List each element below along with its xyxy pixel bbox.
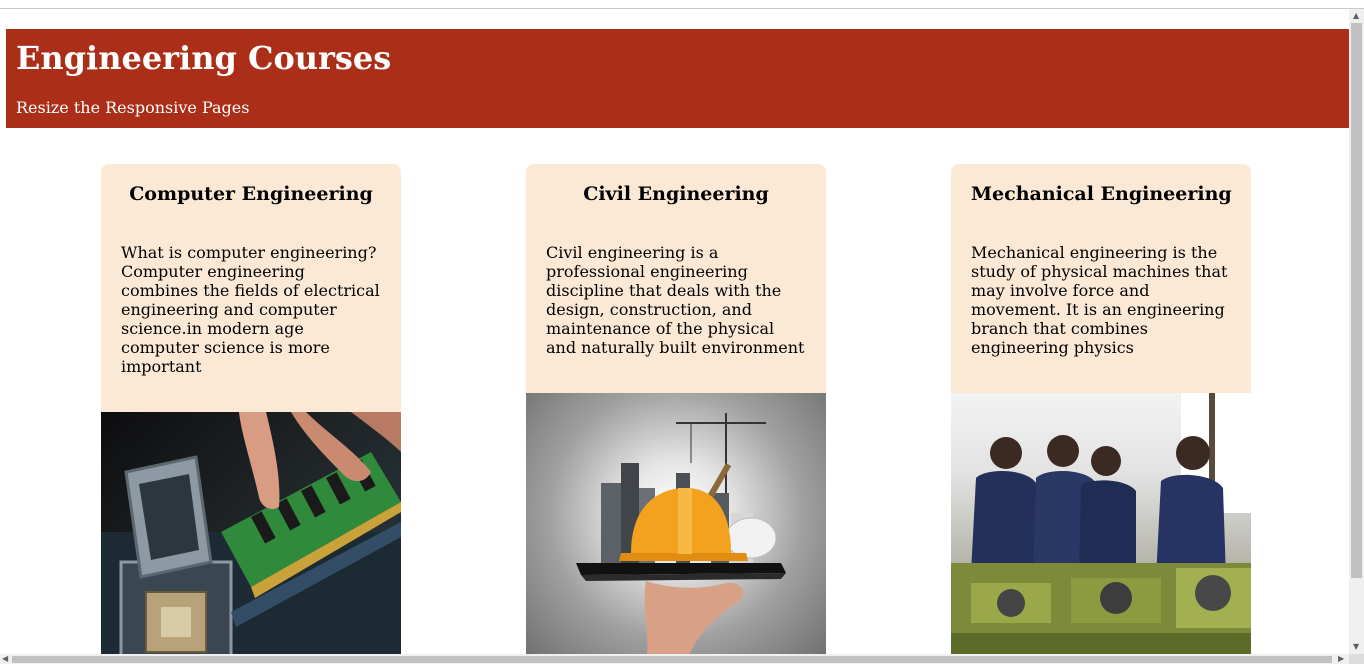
scroll-up-arrow-icon[interactable]: ▲ [1353, 12, 1359, 20]
civil-construction-image [526, 393, 826, 654]
page-viewport: Engineering Courses Resize the Responsiv… [0, 9, 1349, 654]
scrollbar-corner [1349, 654, 1364, 664]
card-title: Computer Engineering [129, 183, 373, 205]
vertical-scrollbar[interactable]: ▲ ▼ [1349, 9, 1364, 654]
computer-hardware-image [101, 412, 401, 654]
page-subtitle: Resize the Responsive Pages [16, 98, 250, 117]
scroll-right-arrow-icon[interactable]: ▶ [1338, 655, 1344, 663]
card-body: Mechanical Engineering Mechanical engine… [951, 164, 1251, 393]
mechanical-workshop-image [951, 393, 1251, 654]
course-card-mechanical: Mechanical Engineering Mechanical engine… [951, 164, 1251, 654]
scroll-down-arrow-icon[interactable]: ▼ [1353, 643, 1359, 651]
card-title: Mechanical Engineering [971, 183, 1232, 205]
page-header: Engineering Courses Resize the Responsiv… [6, 29, 1349, 128]
card-text: Civil engineering is a professional engi… [546, 243, 805, 357]
scroll-left-arrow-icon[interactable]: ◀ [2, 655, 8, 663]
browser-top-edge [0, 0, 1364, 9]
card-body: Computer Engineering What is computer en… [101, 164, 401, 412]
horizontal-scrollbar[interactable]: ◀ ▶ [0, 654, 1349, 664]
course-card-civil: Civil Engineering Civil engineering is a… [526, 164, 826, 654]
card-body: Civil Engineering Civil engineering is a… [526, 164, 826, 393]
page-title: Engineering Courses [16, 39, 392, 77]
card-title: Civil Engineering [583, 183, 769, 205]
card-text: What is computer engineering? Computer e… [121, 243, 380, 376]
card-text: Mechanical engineering is the study of p… [971, 243, 1228, 357]
horizontal-scrollbar-thumb[interactable] [12, 656, 1332, 663]
vertical-scrollbar-thumb[interactable] [1351, 23, 1362, 578]
course-card-computer: Computer Engineering What is computer en… [101, 164, 401, 654]
